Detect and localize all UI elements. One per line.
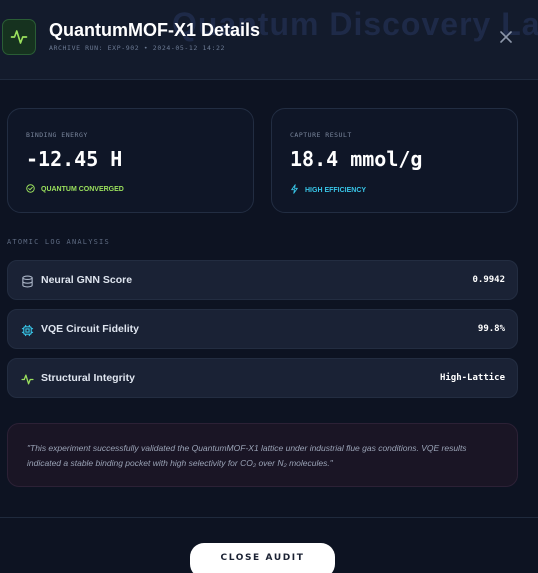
modal-title: QuantumMOF-X1 Details	[49, 20, 261, 40]
log-row-neural-gnn-score: Neural GNN Score 0.9942	[7, 260, 518, 300]
close-audit-button[interactable]: CLOSE AUDIT	[190, 543, 335, 573]
log-row-label: Structural Integrity	[41, 372, 135, 384]
close-icon[interactable]	[496, 27, 516, 47]
status-badge: HIGH EFFICIENCY	[290, 184, 366, 196]
badge-label: QUANTUM CONVERGED	[41, 186, 124, 193]
check-circle-icon	[26, 184, 35, 195]
stat-label: CAPTURE RESULT	[290, 131, 352, 139]
binding-energy-card: BINDING ENERGY -12.45 H QUANTUM CONVERGE…	[7, 108, 254, 213]
archive-run-subtitle: ARCHIVE RUN: EXP-902 • 2024-05-12 14:22	[49, 44, 226, 52]
database-icon	[19, 273, 35, 289]
modal-header: Quantum Discovery Lab QuantumMOF-X1 Deta…	[0, 0, 538, 80]
activity-pulse-icon	[19, 371, 35, 387]
stat-value: 18.4 mmol/g	[290, 147, 423, 171]
log-row-label: VQE Circuit Fidelity	[41, 323, 140, 335]
cpu-chip-icon	[19, 322, 35, 338]
activity-pulse-icon	[2, 19, 36, 55]
log-row-label: Neural GNN Score	[41, 274, 133, 286]
lightning-icon	[290, 184, 299, 196]
modal-footer: CLOSE AUDIT	[0, 517, 538, 573]
log-row-value: 99.8%	[477, 324, 505, 334]
log-row-value: 0.9942	[472, 275, 505, 285]
atomic-log-section-title: ATOMIC LOG ANALYSIS	[7, 238, 110, 246]
badge-label: HIGH EFFICIENCY	[305, 186, 367, 194]
capture-result-card: CAPTURE RESULT 18.4 mmol/g HIGH EFFICIEN…	[271, 108, 518, 213]
stat-value: -12.45 H	[26, 147, 123, 171]
log-row-value: High-Lattice	[439, 373, 505, 383]
status-badge: QUANTUM CONVERGED	[26, 184, 124, 195]
experiment-summary-quote: "This experiment successfully validated …	[7, 423, 518, 487]
log-row-vqe-circuit-fidelity: VQE Circuit Fidelity 99.8%	[7, 309, 518, 349]
log-row-structural-integrity: Structural Integrity High-Lattice	[7, 358, 518, 398]
stat-label: BINDING ENERGY	[26, 131, 88, 139]
